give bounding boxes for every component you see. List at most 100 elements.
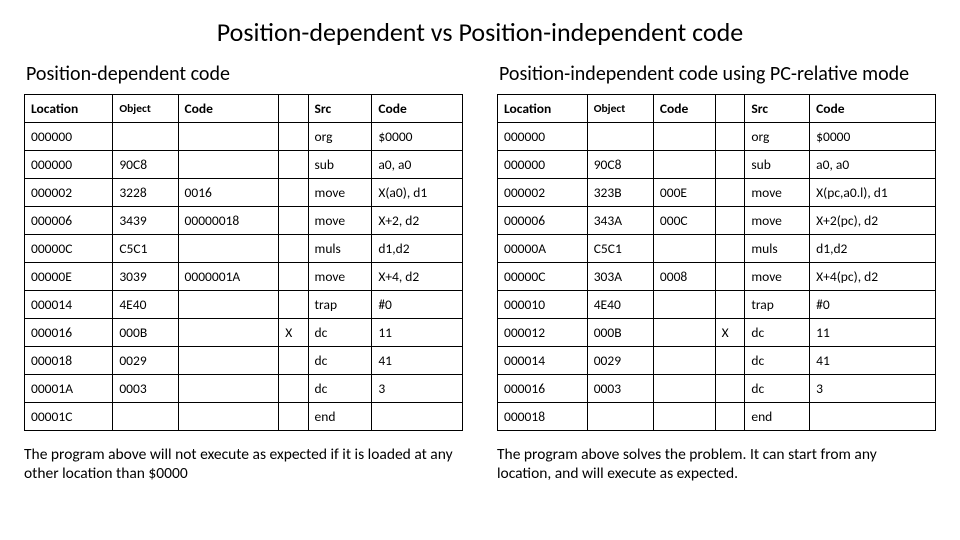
table-row: 00001A0003dc3 [25,375,463,403]
table-cell: X(a0), d1 [372,179,463,207]
table-cell [715,151,745,179]
table-row: 00001C end [25,403,463,431]
table-cell: 3 [372,375,463,403]
table-row: 00000C303A0008moveX+4(pc), d2 [498,263,936,291]
table-cell [178,347,279,375]
table-cell: org [745,123,810,151]
table-cell: d1,d2 [372,235,463,263]
table-cell [279,403,308,431]
table-cell: 3 [810,375,936,403]
table-cell: move [308,179,372,207]
table-cell: 000000 [25,123,113,151]
table-cell [279,375,308,403]
table-cell: 41 [810,347,936,375]
right-column: Position-independent code using PC-relat… [497,62,936,499]
table-cell: 323B [587,179,653,207]
table-cell [715,291,745,319]
table-cell: 000016 [25,319,113,347]
table-cell [279,207,308,235]
table-cell: 00000E [25,263,113,291]
table-cell: sub [745,151,810,179]
table-cell: move [308,207,372,235]
table-cell: 0029 [113,347,178,375]
table-cell [178,375,279,403]
table-cell: 000018 [498,403,588,431]
left-heading: Position-dependent code [26,62,463,86]
table-cell: 0029 [587,347,653,375]
th-location: Location [25,95,113,123]
right-caption: The program above solves the problem. It… [497,445,927,484]
table-cell [178,291,279,319]
table-row: 000006343900000018moveX+2, d2 [25,207,463,235]
table-row: 000018end [498,403,936,431]
table-cell [653,151,715,179]
table-cell: dc [308,319,372,347]
table-cell [113,123,178,151]
table-cell: 11 [372,319,463,347]
table-cell: 000002 [25,179,113,207]
table-cell: 000006 [498,207,588,235]
table-row: 000000org$0000 [498,123,936,151]
page-title: Position-dependent vs Position-independe… [24,16,936,48]
table-cell [279,123,308,151]
table-cell [113,403,178,431]
table-cell [715,235,745,263]
table-cell: 3439 [113,207,178,235]
table-cell: dc [308,347,372,375]
table-cell [653,123,715,151]
table-row: 00000E30390000001AmoveX+4, d2 [25,263,463,291]
table-cell: muls [745,235,810,263]
table-cell [587,123,653,151]
table-row: 0000140029dc41 [498,347,936,375]
table-row: 000016000BXdc11 [25,319,463,347]
th-blank [715,95,745,123]
th-code: Code [653,95,715,123]
table-cell [715,179,745,207]
th-src: Src [308,95,372,123]
table-row: 000002323B000EmoveX(pc,a0.l), d1 [498,179,936,207]
table-cell: 00001C [25,403,113,431]
table-row: 00000CC5C1mulsd1,d2 [25,235,463,263]
th-object: Object [587,95,653,123]
table-cell: X(pc,a0.l), d1 [810,179,936,207]
table-cell [653,347,715,375]
table-cell: 303A [587,263,653,291]
table-cell [178,403,279,431]
table-cell: muls [308,235,372,263]
table-cell [178,123,279,151]
th-code2: Code [810,95,936,123]
table-cell [372,403,463,431]
table-cell: 3039 [113,263,178,291]
table-cell: 11 [810,319,936,347]
table-cell [178,235,279,263]
table-cell: move [745,263,810,291]
table-cell: 000006 [25,207,113,235]
table-cell: 000000 [498,151,588,179]
table-cell: #0 [372,291,463,319]
table-cell: C5C1 [587,235,653,263]
table-cell: dc [308,375,372,403]
table-cell [810,403,936,431]
table-cell: 00000C [498,263,588,291]
table-cell [653,291,715,319]
left-caption: The program above will not execute as ex… [24,445,454,484]
table-cell [279,347,308,375]
table-cell: 000018 [25,347,113,375]
table-cell: sub [308,151,372,179]
table-cell: dc [745,319,810,347]
table-cell [715,207,745,235]
table-cell: 00000A [498,235,588,263]
table-cell: end [308,403,372,431]
table-cell [279,263,308,291]
table-cell: trap [745,291,810,319]
table-cell: dc [745,375,810,403]
table-cell: X+2(pc), d2 [810,207,936,235]
th-location: Location [498,95,588,123]
table-row: 0000180029dc41 [25,347,463,375]
table-cell: 4E40 [113,291,178,319]
table-cell: a0, a0 [372,151,463,179]
table-cell: dc [745,347,810,375]
table-cell: a0, a0 [810,151,936,179]
table-cell: move [308,263,372,291]
table-cell: 0016 [178,179,279,207]
